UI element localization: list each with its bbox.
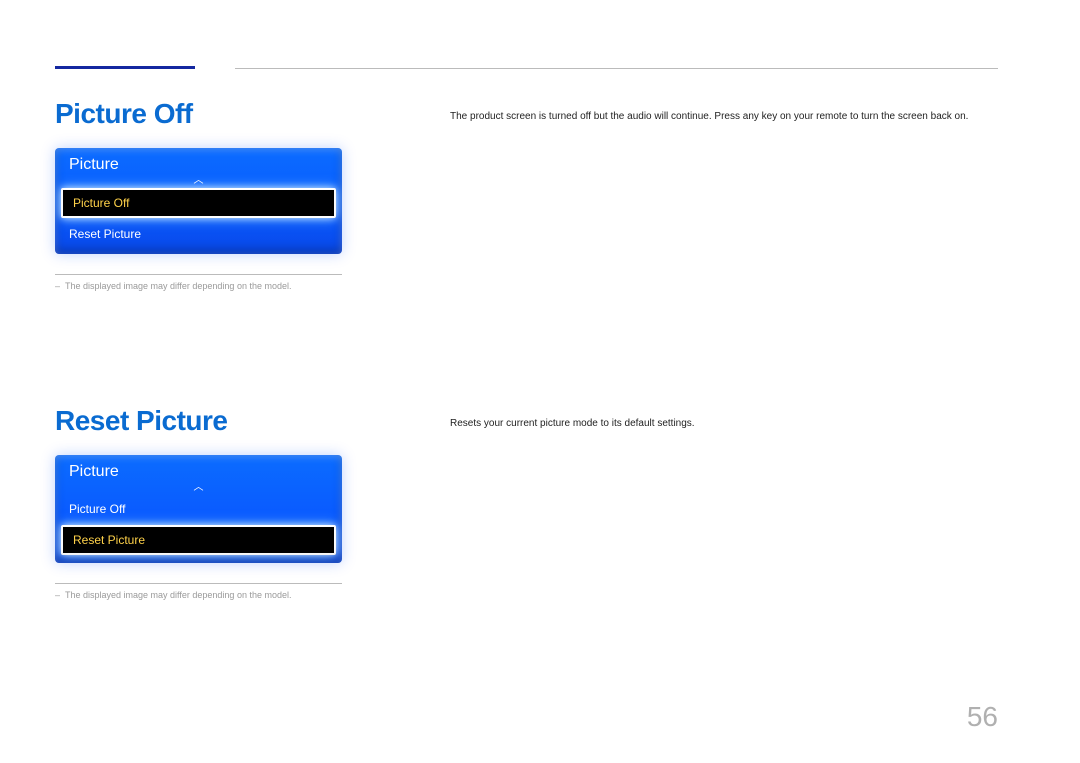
section-heading: Reset Picture — [55, 405, 450, 437]
header-accent-bar — [55, 66, 195, 69]
section-left-column: Reset Picture Picture ︿ Picture Off Rese… — [55, 405, 450, 602]
section-heading: Picture Off — [55, 98, 450, 130]
osd-menu-item-picture-off[interactable]: Picture Off — [61, 188, 336, 218]
section-body-text: The product screen is turned off but the… — [450, 110, 998, 124]
osd-menu-item-picture-off[interactable]: Picture Off — [55, 495, 342, 523]
footnote-block: The displayed image may differ depending… — [55, 583, 342, 602]
chevron-up-icon[interactable]: ︿ — [55, 485, 342, 491]
section-left-column: Picture Off Picture ︿ Picture Off Reset … — [55, 98, 450, 293]
osd-menu-item-reset-picture[interactable]: Reset Picture — [61, 525, 336, 555]
osd-menu-card: Picture ︿ Picture Off Reset Picture — [55, 148, 342, 254]
section-body-column: The product screen is turned off but the… — [450, 98, 998, 124]
footnote-text: The displayed image may differ depending… — [55, 590, 342, 602]
section-body-column: Resets your current picture mode to its … — [450, 405, 998, 431]
page-number: 56 — [967, 701, 998, 733]
footnote-divider — [55, 583, 342, 584]
footnote-block: The displayed image may differ depending… — [55, 274, 342, 293]
footnote-divider — [55, 274, 342, 275]
footnote-text: The displayed image may differ depending… — [55, 281, 342, 293]
chevron-up-icon[interactable]: ︿ — [55, 178, 342, 184]
osd-menu-item-reset-picture[interactable]: Reset Picture — [55, 220, 342, 248]
osd-menu-card: Picture ︿ Picture Off Reset Picture — [55, 455, 342, 563]
section-picture-off: Picture Off Picture ︿ Picture Off Reset … — [55, 98, 998, 293]
header-divider — [235, 68, 998, 69]
section-body-text: Resets your current picture mode to its … — [450, 417, 998, 431]
section-reset-picture: Reset Picture Picture ︿ Picture Off Rese… — [55, 405, 998, 602]
